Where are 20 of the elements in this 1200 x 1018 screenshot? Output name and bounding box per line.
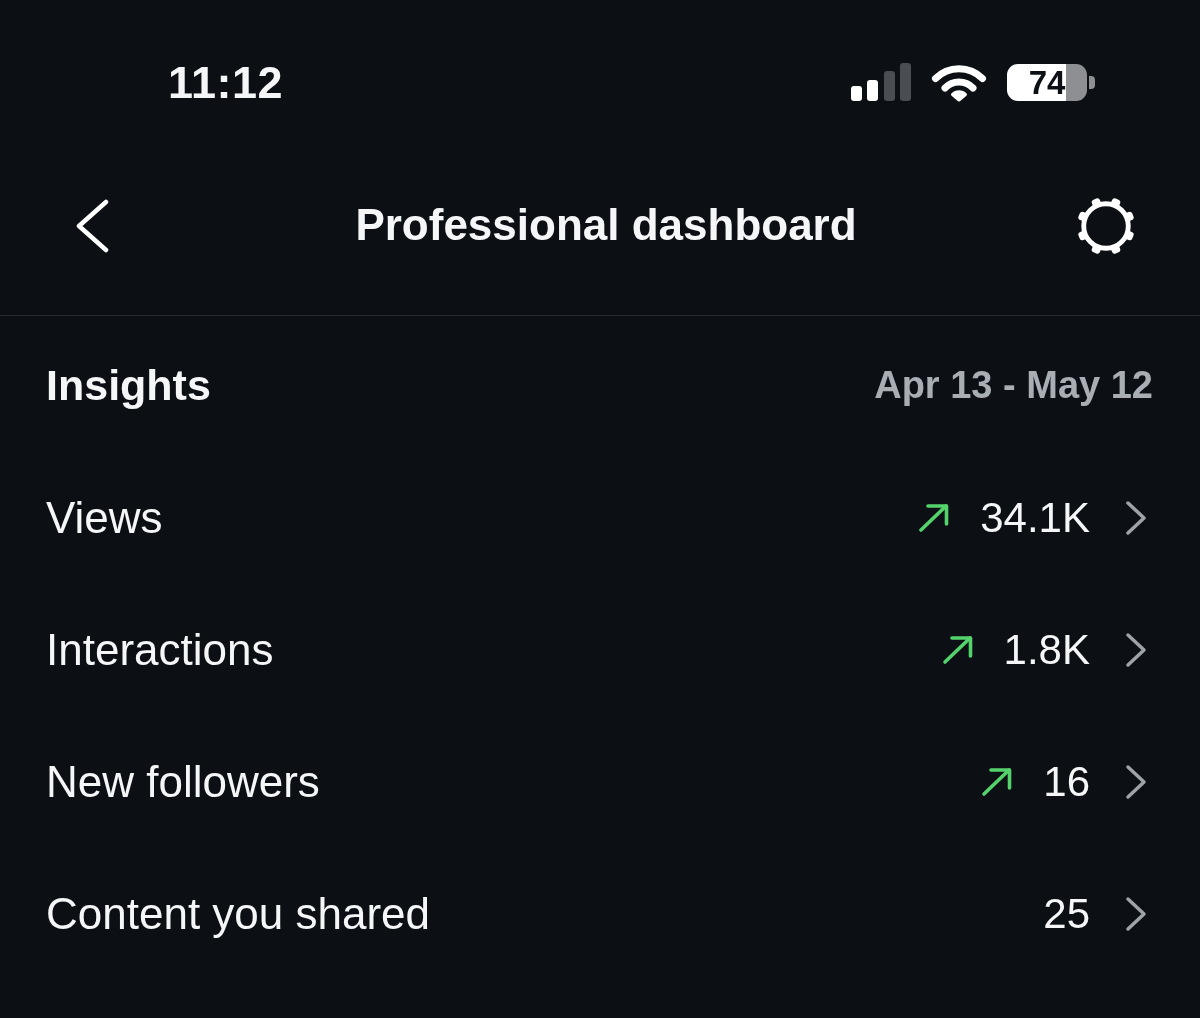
chevron-right-icon[interactable] <box>1125 764 1147 800</box>
metric-value: 16 <box>1043 756 1090 807</box>
wifi-icon <box>931 62 987 102</box>
chevron-right-icon[interactable] <box>1125 500 1147 536</box>
metric-value: 1.8K <box>1003 624 1090 675</box>
metric-value: 34.1K <box>980 492 1090 543</box>
date-range: Apr 13 - May 12 <box>874 363 1153 409</box>
back-icon[interactable] <box>75 198 109 253</box>
metric-label[interactable]: Content you shared <box>46 887 431 941</box>
metric-value: 25 <box>1043 888 1090 939</box>
signal-icon <box>851 63 911 101</box>
metric-label[interactable]: Views <box>46 491 163 545</box>
battery-indicator: 74 <box>1007 63 1095 101</box>
chevron-right-icon[interactable] <box>1125 896 1147 932</box>
metric-label[interactable]: New followers <box>46 755 320 809</box>
page-title: Professional dashboard <box>355 199 857 252</box>
metric-label[interactable]: Interactions <box>46 623 274 677</box>
time-text: 11:12 <box>168 59 284 105</box>
section-title: Insights <box>46 360 211 412</box>
chevron-right-icon[interactable] <box>1125 632 1147 668</box>
